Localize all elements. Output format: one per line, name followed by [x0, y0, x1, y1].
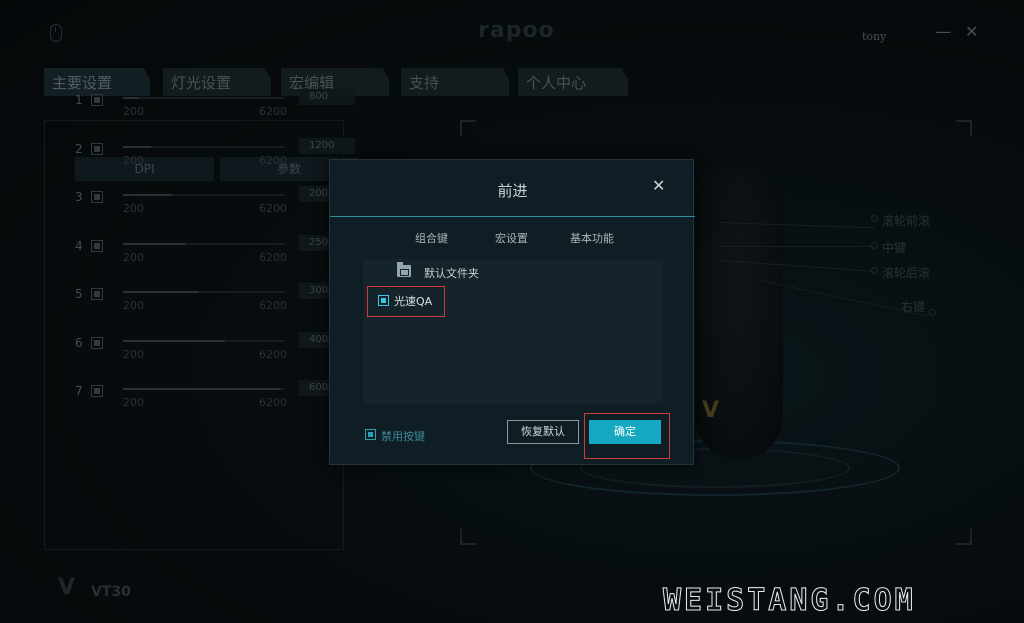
dialog-divider: [330, 216, 695, 217]
macro-item-selected[interactable]: 光速QA: [367, 286, 445, 317]
macro-list: 默认文件夹 光速QA: [363, 259, 663, 403]
folder-icon[interactable]: [397, 262, 411, 277]
disable-key-icon[interactable]: [365, 429, 376, 440]
restore-default-button[interactable]: 恢复默认: [507, 420, 579, 444]
tab-macro-settings[interactable]: 宏设置: [495, 230, 528, 246]
tab-basic-functions[interactable]: 基本功能: [570, 230, 614, 246]
default-folder[interactable]: 默认文件夹: [424, 265, 479, 281]
key-assign-dialog: 前进 ✕ 组合键 宏设置 基本功能 默认文件夹 光速QA 禁用按键 恢复默认 确…: [329, 159, 695, 465]
macro-item-label: 光速QA: [394, 295, 433, 308]
watermark: WEISTANG.COM: [663, 583, 916, 619]
disable-key-option[interactable]: 禁用按键: [381, 428, 425, 444]
macro-icon: [378, 295, 389, 306]
dialog-close-icon[interactable]: ✕: [652, 178, 665, 194]
app-window: rapoo tony — ✕ 主要设置 灯光设置 宏编辑 支持 个人中心 DPI…: [0, 0, 1024, 623]
tab-key-combo[interactable]: 组合键: [415, 230, 448, 246]
dialog-title: 前进: [497, 182, 528, 200]
ok-button[interactable]: 确定: [589, 420, 661, 444]
